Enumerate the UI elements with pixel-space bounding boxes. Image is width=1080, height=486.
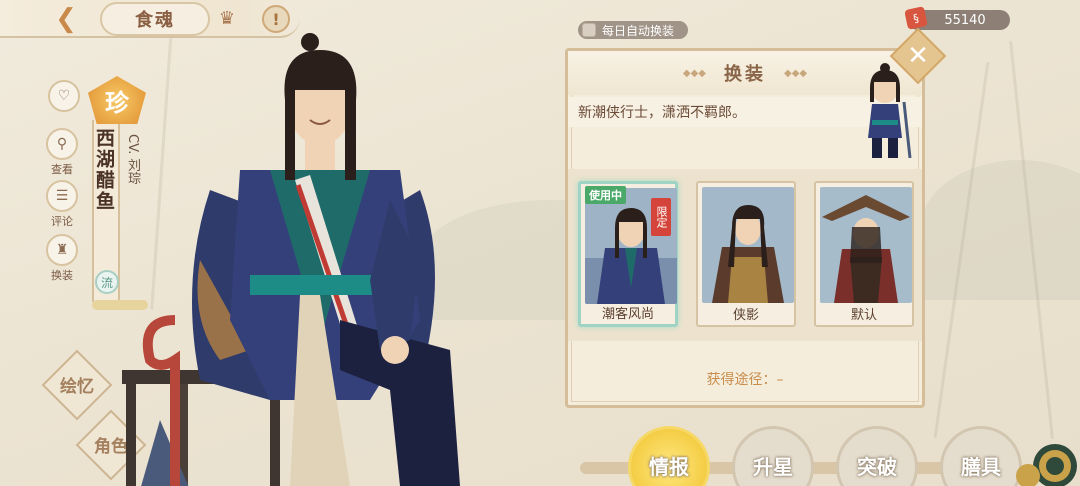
character-artwork bbox=[122, 33, 460, 486]
limited-badge: 限定 bbox=[651, 198, 671, 236]
ornament-icon: ◆◆◆ bbox=[784, 67, 808, 79]
panel-title: 换装 bbox=[724, 64, 766, 85]
skin-card-default[interactable]: 默认 bbox=[814, 181, 914, 327]
fan-decoration bbox=[1016, 444, 1077, 486]
costume-icon: ♜ bbox=[46, 234, 78, 266]
skin-thumbnail bbox=[702, 187, 794, 303]
element-badge: 流 bbox=[95, 270, 119, 294]
tab-upgrade-star[interactable]: 升星 bbox=[732, 426, 814, 486]
mountain-decoration bbox=[920, 160, 1080, 300]
character-name: 西湖醋鱼 bbox=[93, 128, 115, 212]
comment-button[interactable]: ☰ 评论 bbox=[42, 180, 82, 229]
speech-bubble-icon: ☰ bbox=[46, 180, 78, 212]
auto-equip-toggle[interactable]: 每日自动换装 bbox=[578, 21, 688, 39]
skin-name: 侠影 bbox=[732, 308, 759, 323]
in-use-badge: 使用中 bbox=[585, 186, 626, 204]
costume-label: 换装 bbox=[51, 269, 73, 282]
skin-name: 默认 bbox=[850, 308, 877, 323]
chibi-preview bbox=[868, 63, 912, 159]
heart-icon: ♡ bbox=[48, 80, 80, 112]
close-icon[interactable]: ✕ bbox=[898, 36, 938, 76]
chevron-left-icon: ❮ bbox=[55, 4, 77, 34]
tab-intel[interactable]: 情报 bbox=[628, 426, 710, 486]
magnifier-icon: ⚲ bbox=[46, 128, 78, 160]
skin-card-trendy[interactable]: 使用中 限定 潮客风尚 bbox=[578, 181, 678, 327]
currency-amount: 55140 bbox=[944, 12, 986, 28]
skin-name: 潮客风尚 bbox=[601, 307, 654, 322]
view-button[interactable]: ⚲ 查看 bbox=[42, 128, 82, 177]
comment-label: 评论 bbox=[51, 215, 73, 228]
skin-list: 使用中 限定 潮客风尚 侠影 默认 bbox=[568, 169, 922, 341]
view-label: 查看 bbox=[51, 163, 73, 176]
costume-button[interactable]: ♜ 换装 bbox=[42, 234, 82, 283]
auto-equip-label: 每日自动换装 bbox=[602, 23, 675, 38]
auto-equip-checkbox[interactable] bbox=[582, 23, 596, 37]
skin-thumbnail bbox=[820, 187, 912, 303]
coupon-icon: § bbox=[904, 6, 928, 30]
favorite-button[interactable]: ♡ bbox=[44, 80, 84, 112]
back-button[interactable]: ❮ bbox=[48, 4, 84, 34]
ornament-icon: ◆◆◆ bbox=[682, 67, 706, 79]
tab-breakthrough[interactable]: 突破 bbox=[836, 426, 918, 486]
sketch-memory-label: 绘忆 bbox=[60, 377, 94, 397]
skin-card-shadow[interactable]: 侠影 bbox=[696, 181, 796, 327]
obtain-method: 获得途径：– bbox=[706, 372, 784, 388]
